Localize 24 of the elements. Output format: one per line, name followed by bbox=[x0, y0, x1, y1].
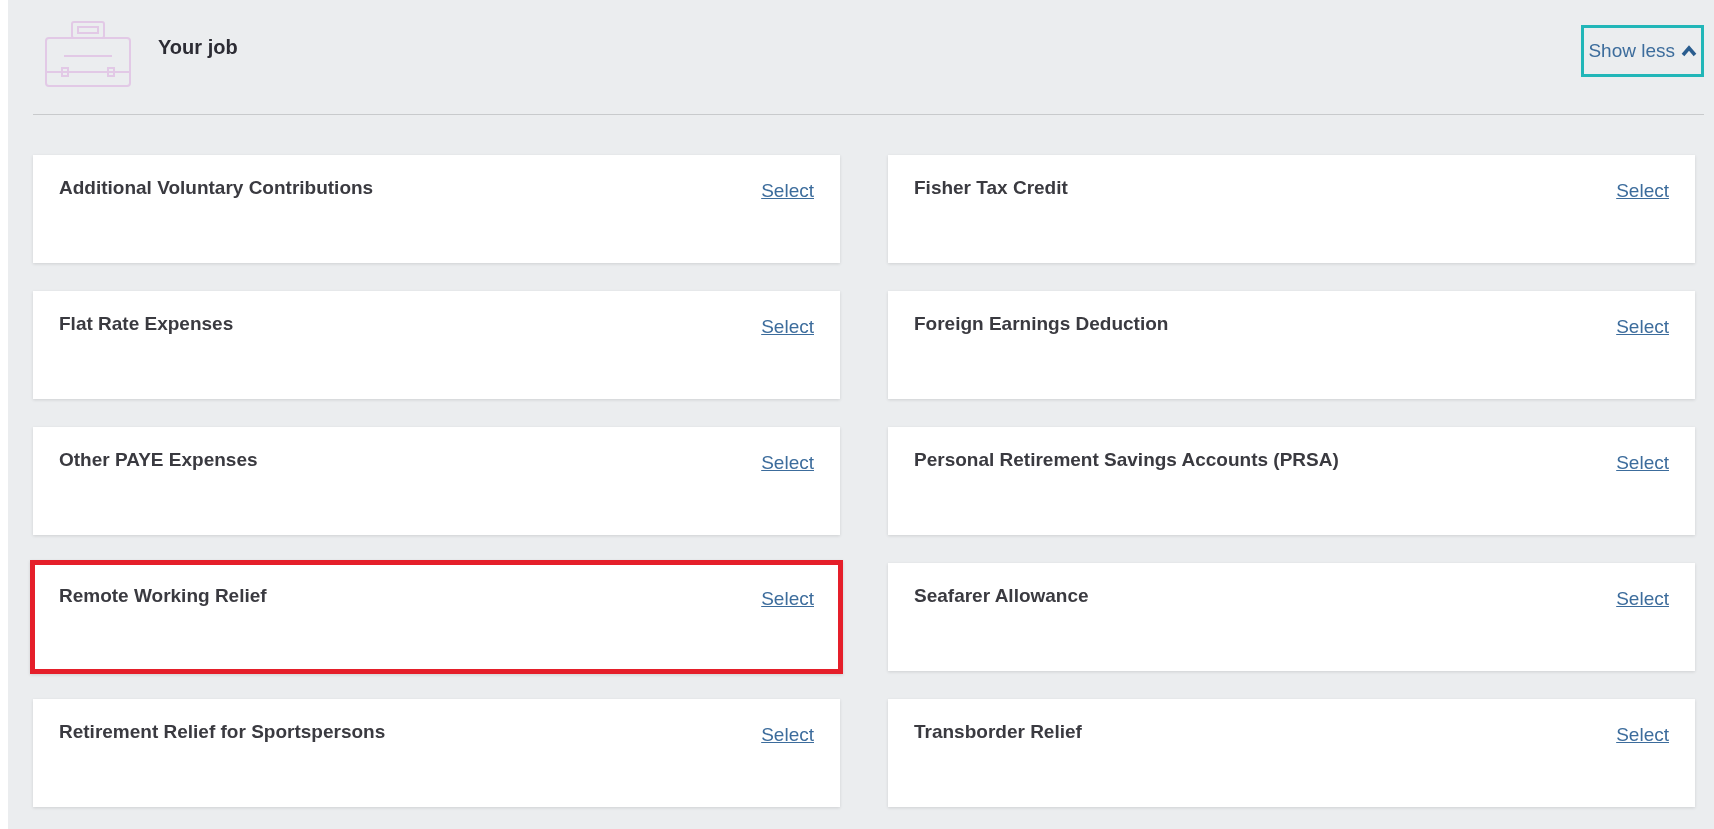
option-title: Personal Retirement Savings Accounts (PRSA) bbox=[914, 448, 1339, 472]
option-title: Fisher Tax Credit bbox=[914, 176, 1068, 200]
section-title: Your job bbox=[158, 36, 238, 59]
select-link[interactable]: Select bbox=[761, 724, 814, 746]
option-title: Additional Voluntary Contributions bbox=[59, 176, 374, 200]
option-title: Other PAYE Expenses bbox=[59, 448, 258, 472]
select-link[interactable]: Select bbox=[1616, 316, 1669, 338]
select-link[interactable]: Select bbox=[761, 588, 814, 610]
show-less-link[interactable]: Show less bbox=[1581, 25, 1704, 77]
option-title: Seafarer Allowance bbox=[914, 584, 1089, 608]
option-title: Remote Working Relief bbox=[59, 584, 267, 608]
option-title: Foreign Earnings Deduction bbox=[914, 312, 1169, 336]
select-link[interactable]: Select bbox=[761, 180, 814, 202]
chevron-icon bbox=[1681, 45, 1697, 57]
option-title: Transborder Relief bbox=[914, 720, 1082, 744]
select-link[interactable]: Select bbox=[761, 452, 814, 474]
select-link[interactable]: Select bbox=[1616, 180, 1669, 202]
select-link[interactable]: Select bbox=[1616, 724, 1669, 746]
option-title: Flat Rate Expenses bbox=[59, 312, 234, 336]
select-link[interactable]: Select bbox=[1616, 452, 1669, 474]
select-link[interactable]: Select bbox=[1616, 588, 1669, 610]
briefcase-icon bbox=[44, 18, 132, 88]
option-title: Retirement Relief for Sportspersons bbox=[59, 720, 386, 744]
select-link[interactable]: Select bbox=[761, 316, 814, 338]
